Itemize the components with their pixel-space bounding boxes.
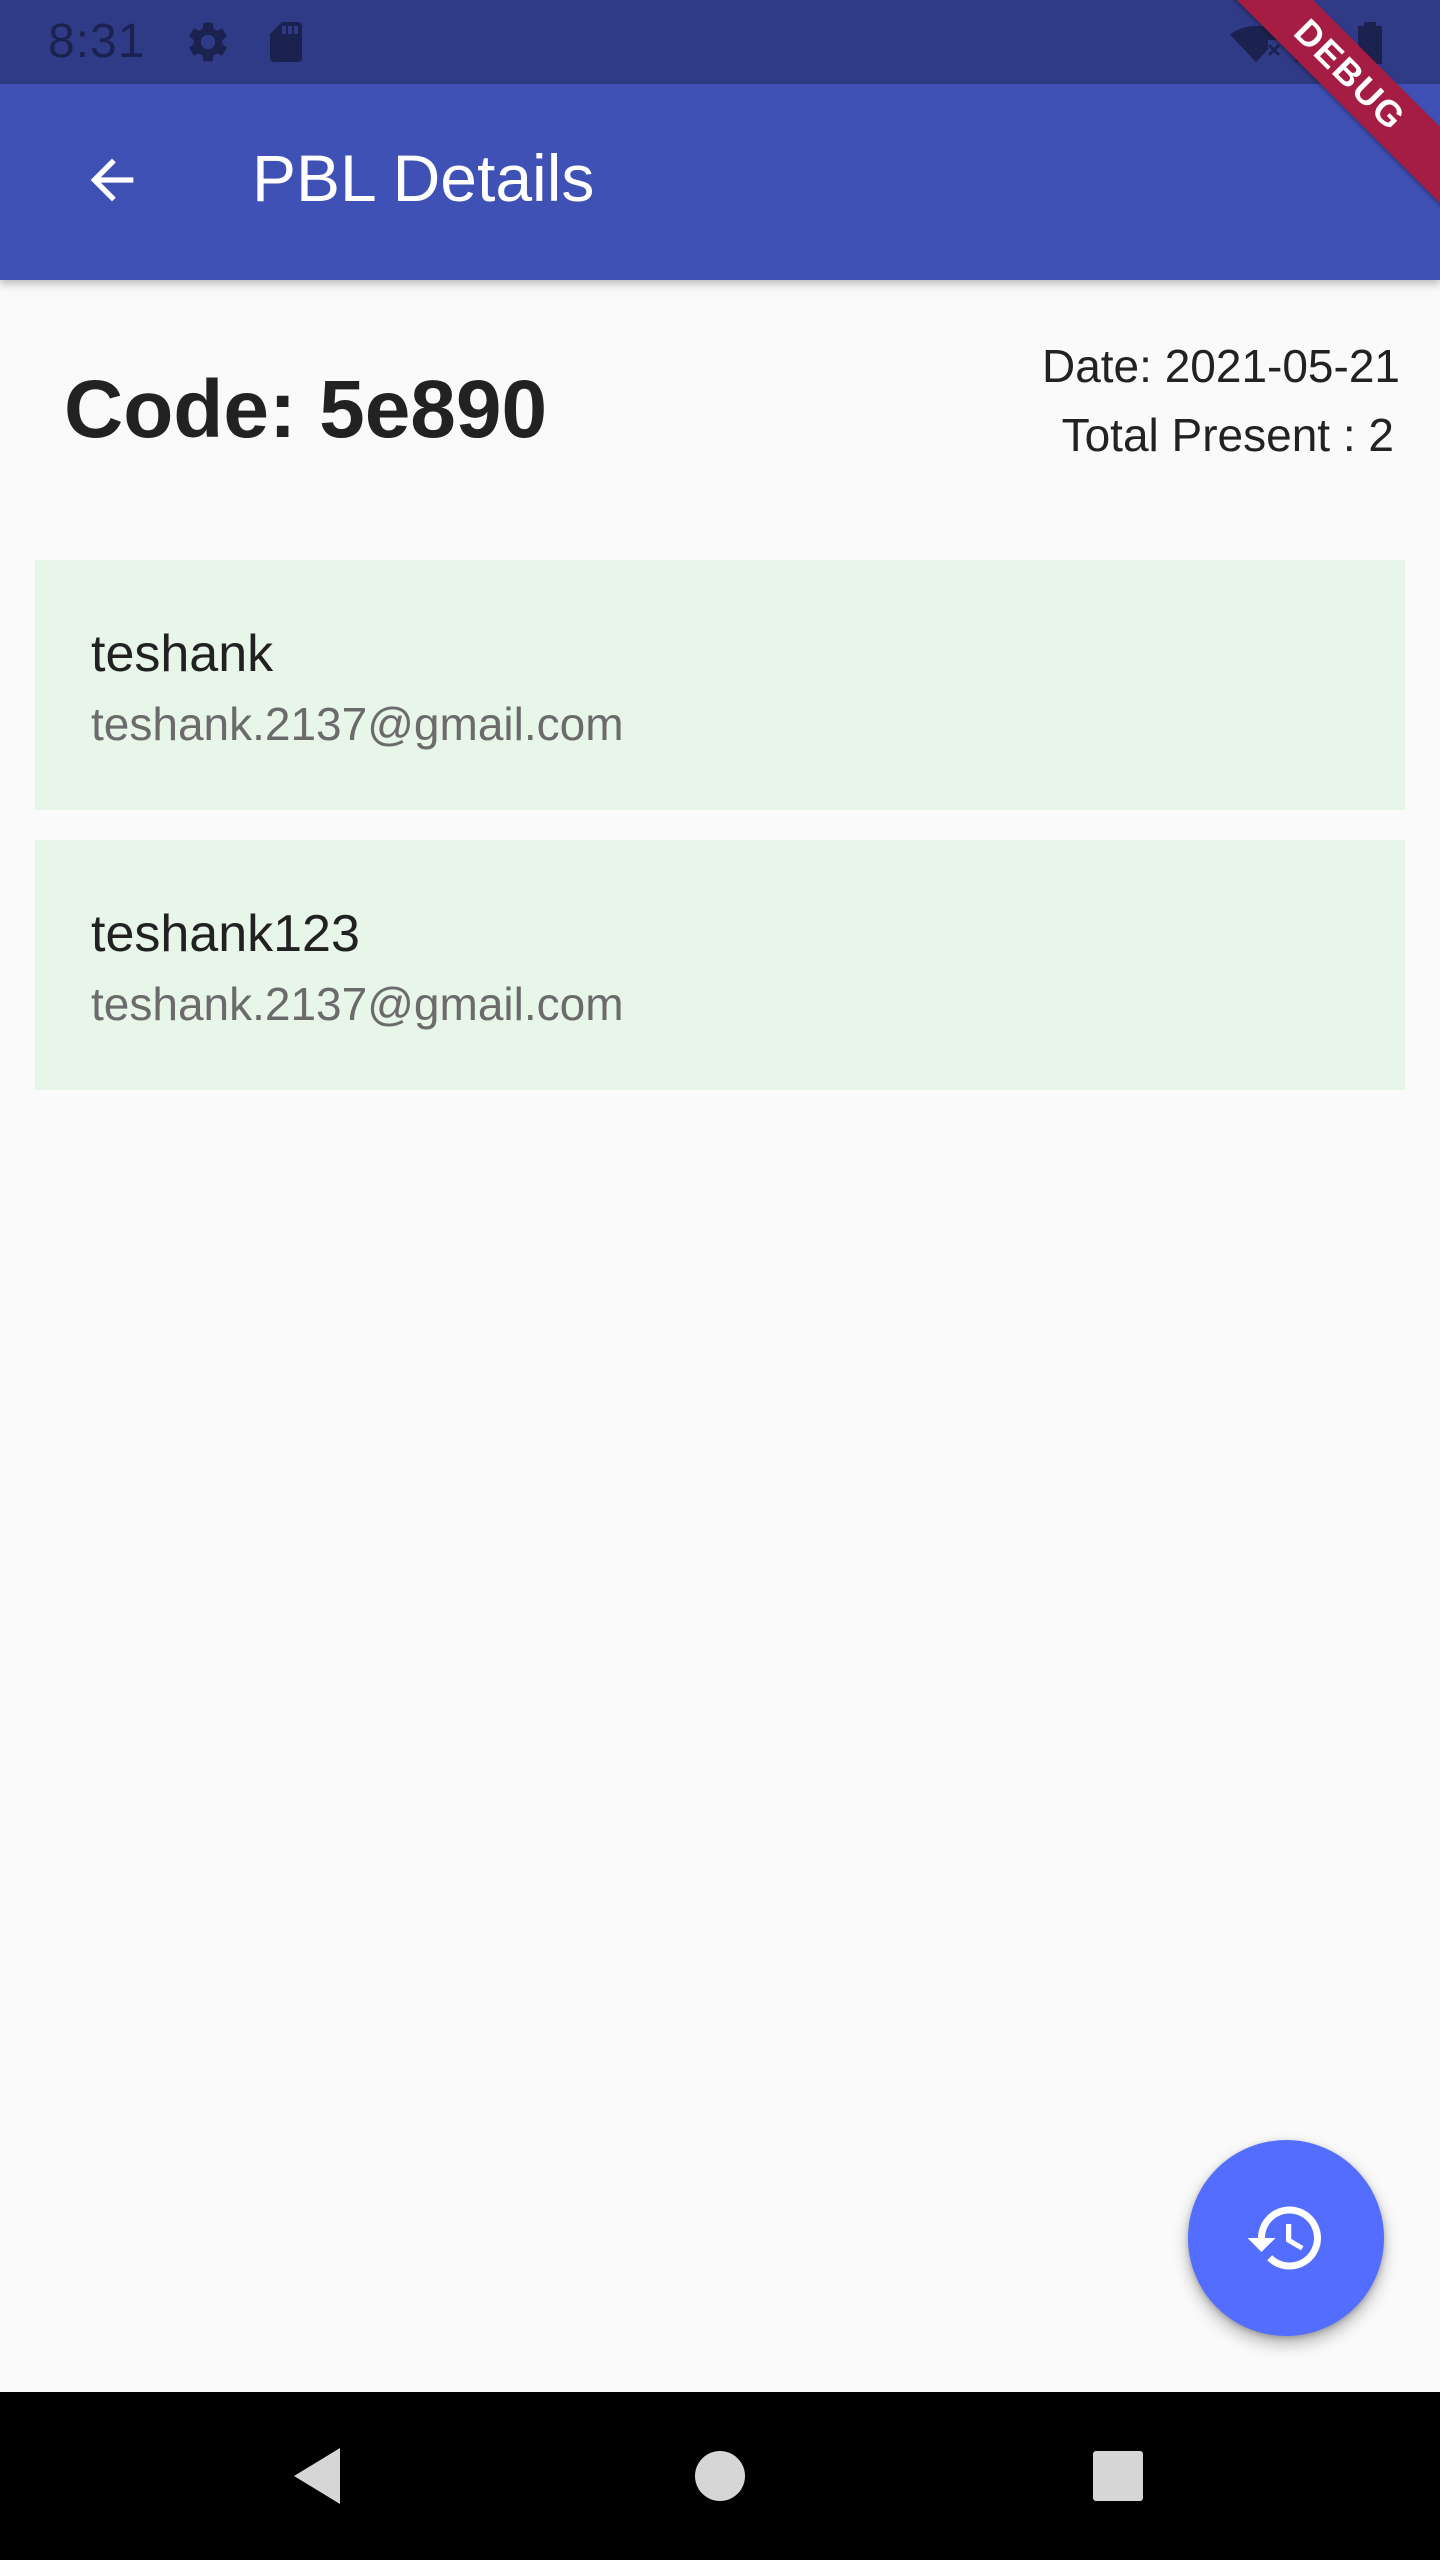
attendee-email: teshank.2137@gmail.com: [91, 698, 624, 750]
wifi-off-icon: [1228, 18, 1282, 66]
session-date: Date: 2021-05-21: [1041, 340, 1400, 392]
system-nav-bar: [0, 2392, 1440, 2560]
status-time: 8:31: [48, 15, 146, 68]
app-bar: PBL Details: [0, 84, 1440, 280]
nav-home-button[interactable]: [670, 2426, 770, 2526]
list-item[interactable]: teshank123 teshank.2137@gmail.com: [35, 840, 1405, 1090]
status-bar: 8:31: [0, 0, 1440, 84]
recents-square-icon: [1093, 2451, 1143, 2501]
total-present: Total Present : 2: [1061, 409, 1394, 461]
attendee-name: teshank123: [91, 905, 360, 963]
signal-icon: [1290, 18, 1338, 66]
attendee-email: teshank.2137@gmail.com: [91, 978, 624, 1030]
battery-icon: [1352, 18, 1400, 66]
history-icon: [1247, 2206, 1321, 2270]
screen: 8:31 PBL Details DEBUG Code: 5e890 Date:…: [0, 0, 1440, 2560]
page-title: PBL Details: [252, 141, 595, 215]
home-circle-icon: [695, 2451, 745, 2501]
back-button[interactable]: [56, 124, 168, 236]
nav-recents-button[interactable]: [1068, 2426, 1168, 2526]
history-button[interactable]: [1188, 2140, 1384, 2336]
session-code: Code: 5e890: [64, 364, 548, 455]
list-item[interactable]: teshank teshank.2137@gmail.com: [35, 560, 1405, 810]
nav-back-button[interactable]: [268, 2426, 368, 2526]
gear-icon: [184, 18, 232, 66]
sd-card-icon: [262, 18, 310, 66]
attendee-name: teshank: [91, 625, 274, 683]
arrow-back-icon: [90, 158, 134, 202]
back-triangle-icon: [294, 2448, 340, 2504]
